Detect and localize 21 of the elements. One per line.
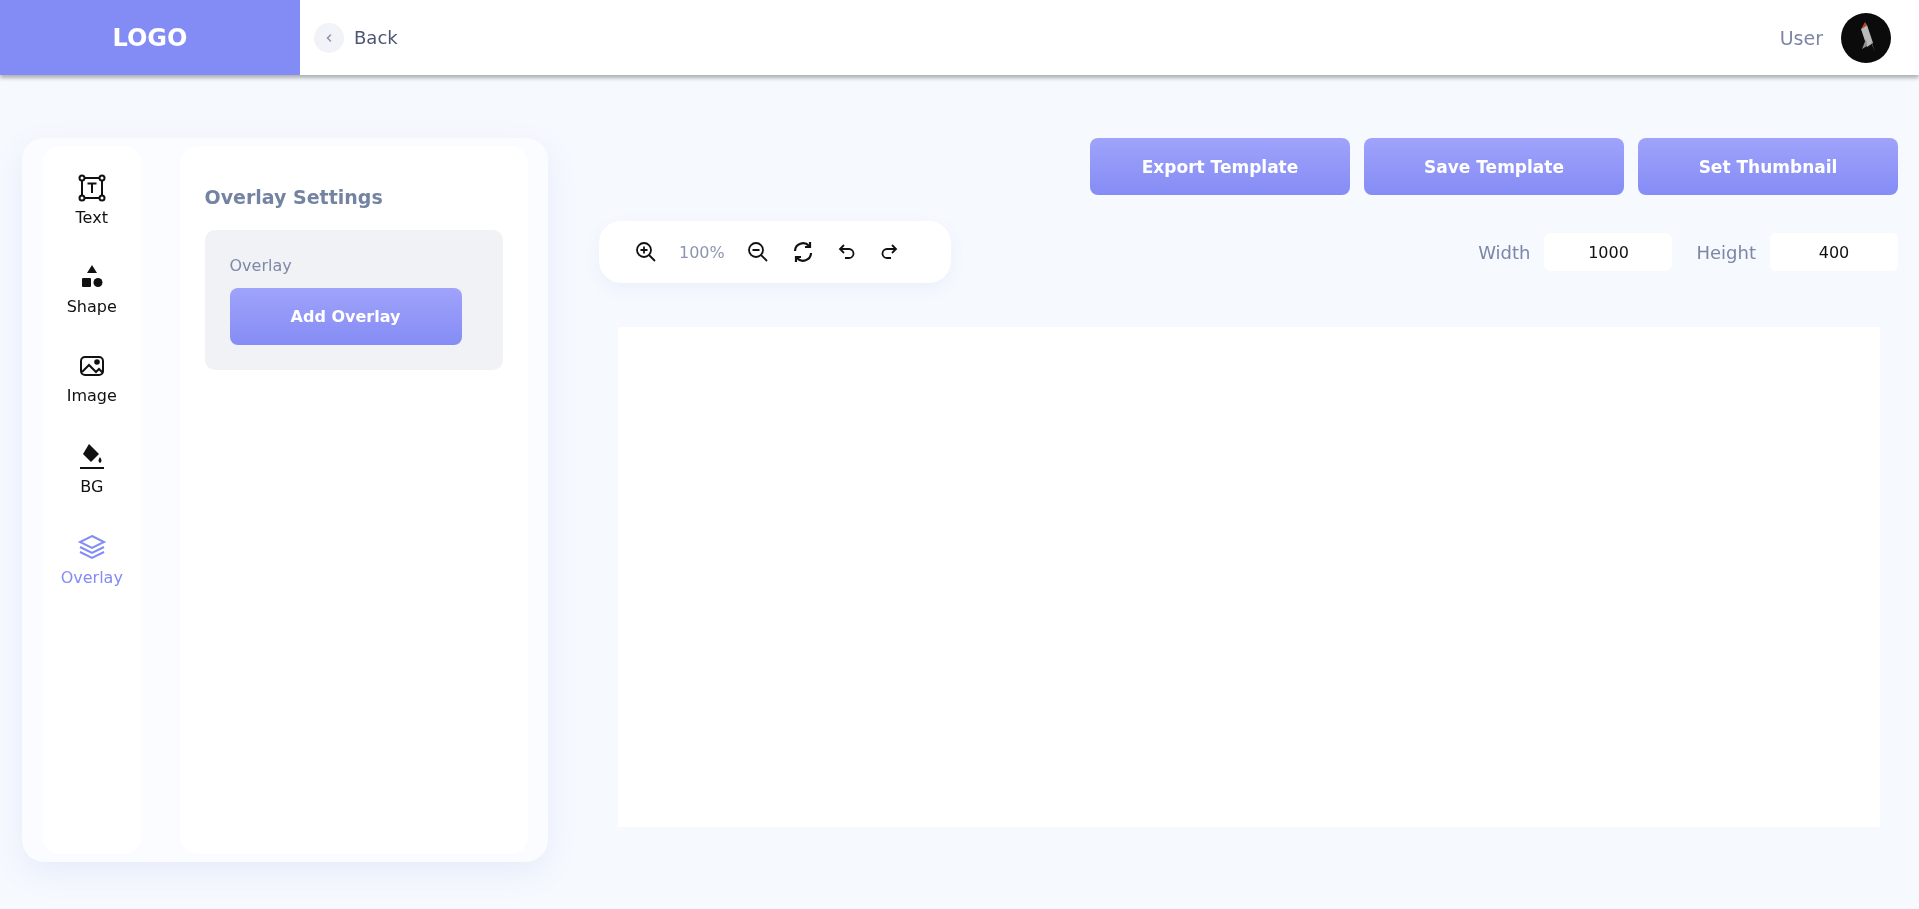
height-label: Height bbox=[1696, 241, 1756, 263]
chevron-left-icon bbox=[324, 32, 334, 43]
panel-title: Overlay Settings bbox=[204, 186, 384, 208]
back-link[interactable]: Back bbox=[354, 27, 398, 48]
user-name: User bbox=[1779, 26, 1823, 49]
zoom-level: 100% bbox=[679, 242, 725, 262]
tool-tab[interactable]: Text bbox=[75, 174, 108, 227]
layers-icon bbox=[76, 532, 107, 562]
zoom-out-icon[interactable] bbox=[746, 241, 769, 263]
tool-tab[interactable]: BG bbox=[77, 441, 106, 496]
undo-icon[interactable] bbox=[836, 242, 857, 262]
width-field[interactable]: 1000 bbox=[1544, 233, 1673, 271]
text-box-icon bbox=[77, 174, 106, 202]
height-field[interactable]: 400 bbox=[1770, 233, 1898, 271]
group-label: Overlay bbox=[229, 256, 293, 275]
zoom-in-icon[interactable] bbox=[635, 241, 657, 263]
logo: LOGO bbox=[112, 23, 188, 52]
tool-tab[interactable]: Image bbox=[66, 352, 117, 405]
width-label: Width bbox=[1478, 241, 1531, 263]
paint-bucket-icon bbox=[77, 441, 106, 471]
tool-tab[interactable]: Shape bbox=[66, 263, 117, 316]
